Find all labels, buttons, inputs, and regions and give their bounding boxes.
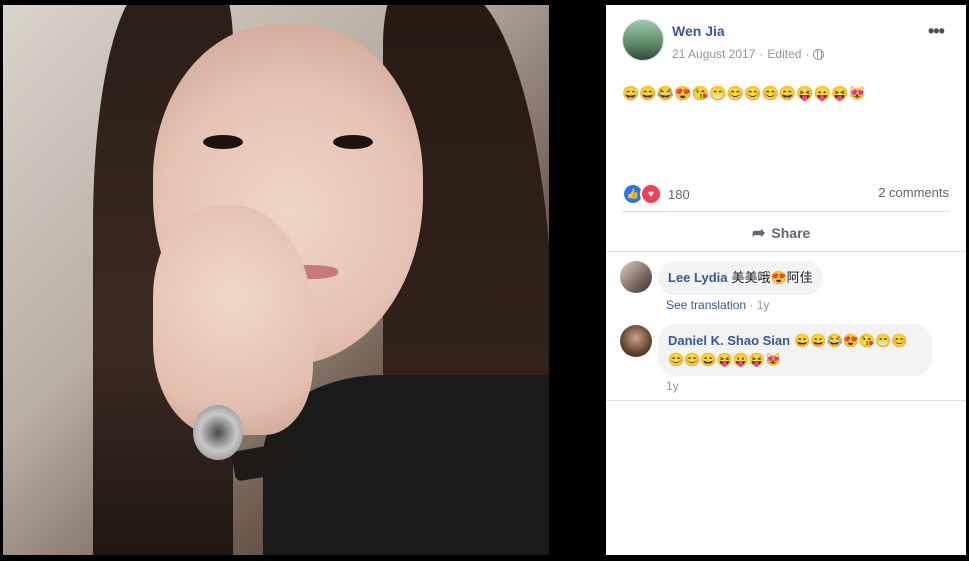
meta-separator: · [749,298,754,312]
share-icon: ➦ [752,225,766,242]
love-icon: ♥ [640,183,662,205]
post-date[interactable]: 21 August 2017 [672,47,755,61]
photo-eye [203,135,243,149]
post-photo[interactable] [3,5,549,555]
globe-icon[interactable] [813,48,825,60]
reactions-summary[interactable]: 👍 ♥ 180 [622,183,690,205]
post-meta: 21 August 2017 · Edited · [672,47,825,61]
share-button[interactable]: ➦ Share [752,223,810,243]
comment-meta: 1y [666,379,679,393]
more-options-icon[interactable]: ••• [928,21,945,42]
comment-time[interactable]: 1y [666,379,679,393]
divider [622,211,950,212]
commenter-avatar[interactable] [620,261,652,293]
divider [606,251,966,252]
comment-bubble: Lee Lydia 美美哦😍阿佳 [658,261,823,295]
photo-watch [193,405,243,460]
comment-text: 美美哦😍阿佳 [731,270,813,285]
author-avatar[interactable] [622,19,664,61]
author-name[interactable]: Wen Jia [672,23,725,39]
commenter-avatar[interactable] [620,325,652,357]
divider [606,400,966,401]
comment-meta: See translation · 1y [666,298,769,312]
comment-bubble: Daniel K. Shao Sian 😄😄😂😍😘😁😊😊😊😄😝😛😝😻 [658,324,932,376]
post-panel: Wen Jia 21 August 2017 · Edited · ••• 😄😄… [606,5,966,555]
meta-separator: · [805,47,810,61]
see-translation-link[interactable]: See translation [666,298,746,312]
commenter-name[interactable]: Daniel K. Shao Sian [668,333,790,348]
photo-hand [153,205,313,435]
comments-count[interactable]: 2 comments [878,185,949,200]
commenter-name[interactable]: Lee Lydia [668,270,727,285]
edited-label[interactable]: Edited [767,47,801,61]
comment-time[interactable]: 1y [757,298,770,312]
photo-eye [333,135,373,149]
meta-separator: · [759,47,764,61]
reaction-count: 180 [668,186,690,202]
post-text: 😄😄😂😍😘😁😊😊😊😄😝😛😝😻 [622,85,867,101]
share-label: Share [771,225,811,241]
